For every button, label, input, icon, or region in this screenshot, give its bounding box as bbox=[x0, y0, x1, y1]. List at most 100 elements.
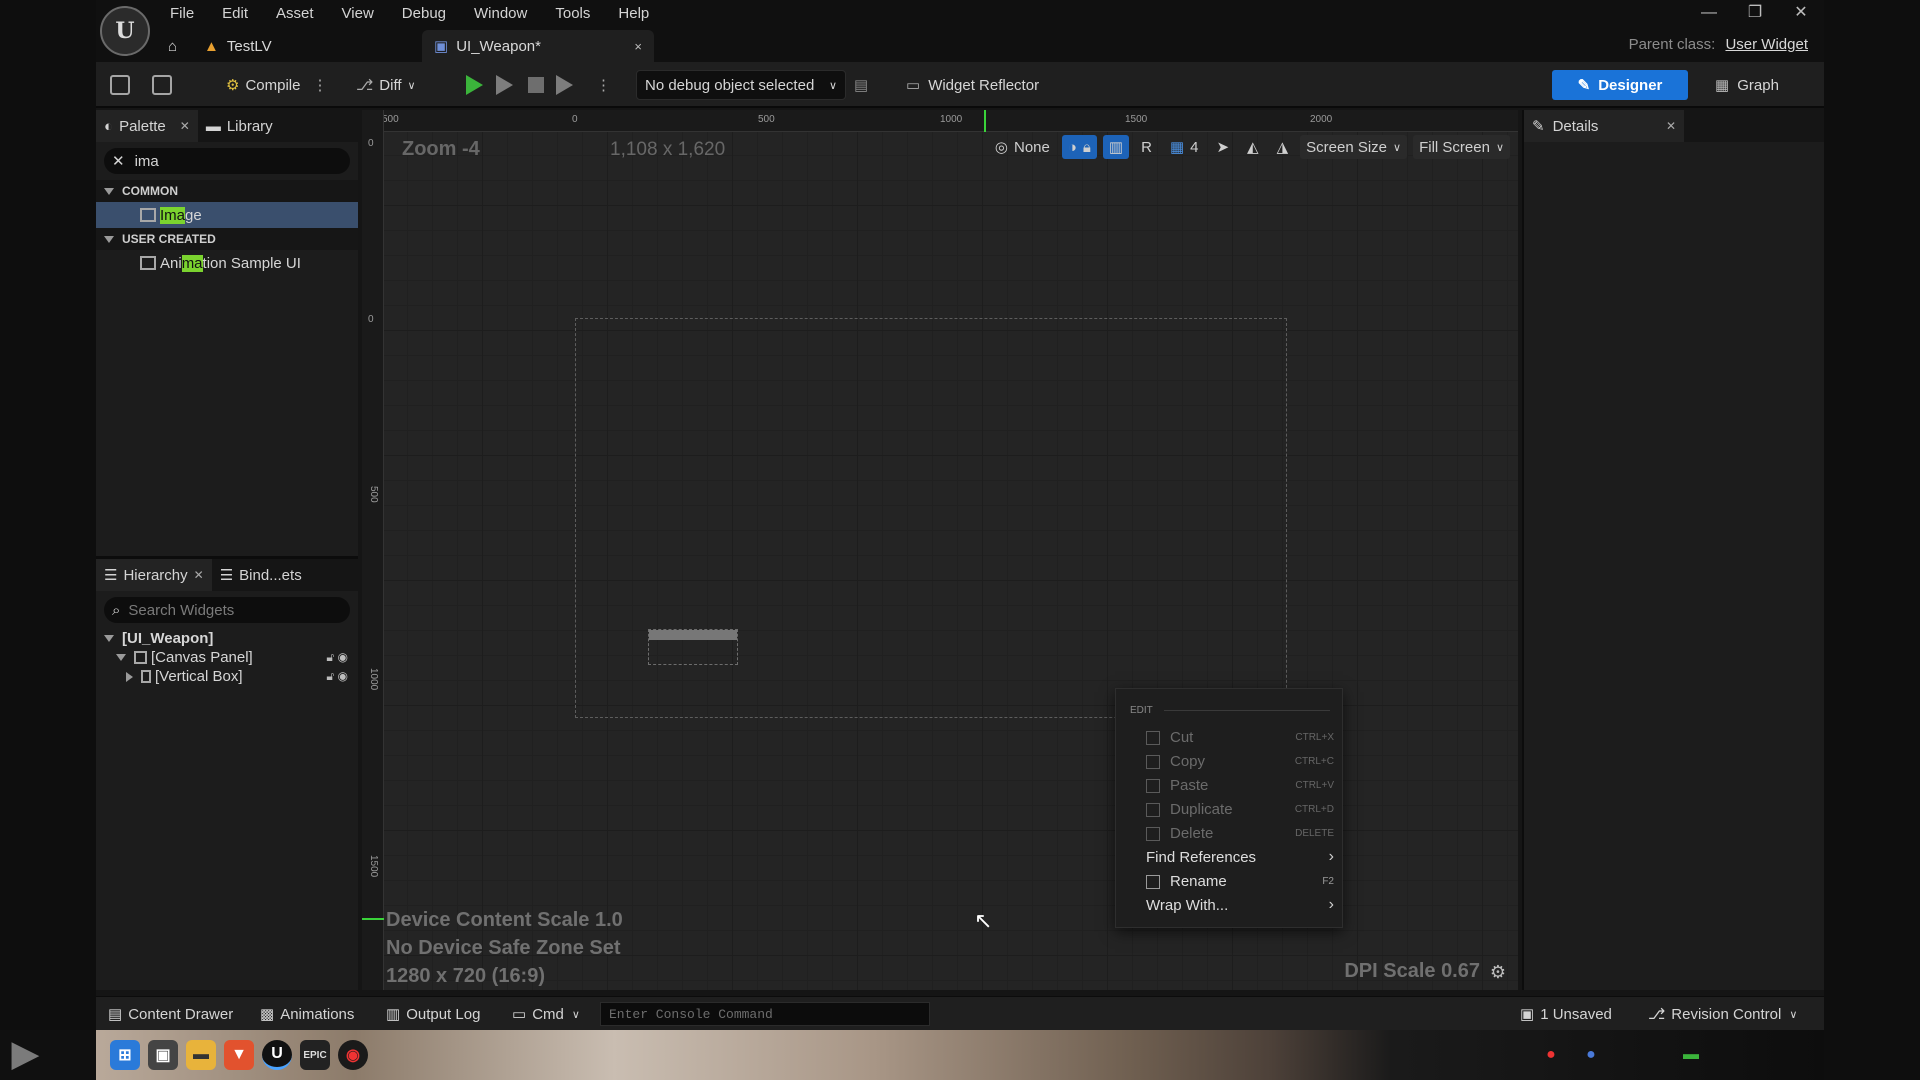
parent-class-link[interactable]: User Widget bbox=[1725, 36, 1808, 53]
tray-icon[interactable]: ▬ bbox=[1676, 1040, 1706, 1070]
menu-file[interactable]: File bbox=[156, 2, 208, 26]
taskbar-app-icon[interactable]: ▶ bbox=[12, 1034, 38, 1074]
category-user-created[interactable]: USER CREATED bbox=[96, 228, 358, 250]
chevron-down-icon: ∨ bbox=[1495, 141, 1504, 154]
debug-object-select[interactable]: No debug object selected ∨ bbox=[636, 70, 846, 100]
menu-view[interactable]: View bbox=[328, 2, 388, 26]
tab-palette-label: Palette bbox=[119, 117, 166, 135]
tray-icon[interactable]: ● bbox=[1576, 1040, 1606, 1070]
brave-browser-icon[interactable]: ▼ bbox=[224, 1040, 254, 1070]
designer-button[interactable]: ✎ Designer bbox=[1552, 70, 1688, 100]
lock-visibility-icon[interactable]: 🔓︎ ◉ bbox=[326, 650, 348, 665]
diff-icon: ⎇ bbox=[356, 77, 374, 94]
tray-icon[interactable]: ● bbox=[1536, 1040, 1566, 1070]
menu-item-label: Rename bbox=[1170, 872, 1227, 890]
save-icon[interactable] bbox=[110, 70, 136, 100]
kebab-icon[interactable]: ⋮ bbox=[312, 76, 327, 94]
cmd-select[interactable]: ▭ Cmd ∨ bbox=[512, 1003, 580, 1025]
menu-debug[interactable]: Debug bbox=[388, 2, 460, 26]
menu-asset[interactable]: Asset bbox=[262, 2, 328, 26]
tab-hierarchy[interactable]: ☰ Hierarchy ✕ bbox=[96, 559, 212, 591]
menu-item-paste[interactable]: Paste CTRL+V bbox=[1116, 773, 1344, 797]
tab-library[interactable]: ▬ Library bbox=[198, 110, 281, 142]
lock-toggle[interactable]: ◑ 🔒︎ bbox=[1061, 135, 1097, 159]
hierarchy-row-root[interactable]: [UI_Weapon] bbox=[96, 629, 358, 648]
eject-icon[interactable] bbox=[556, 70, 573, 100]
category-common[interactable]: COMMON bbox=[96, 180, 358, 202]
tab-bind-widgets[interactable]: ☰ Bind...ets bbox=[212, 559, 310, 591]
obs-icon[interactable]: ◉ bbox=[338, 1040, 368, 1070]
close-icon[interactable]: ✕ bbox=[194, 568, 204, 582]
hierarchy-row-canvas-panel[interactable]: [Canvas Panel] 🔓︎ ◉ bbox=[96, 648, 358, 667]
menu-window[interactable]: Window bbox=[460, 2, 541, 26]
palette-search-input[interactable]: ✕ ima bbox=[104, 148, 350, 174]
close-icon[interactable]: ✕ bbox=[1666, 119, 1676, 133]
stop-icon[interactable] bbox=[528, 70, 544, 100]
task-view-icon[interactable]: ▣ bbox=[148, 1040, 178, 1070]
grid-snap[interactable]: ▦ 4 bbox=[1164, 135, 1205, 159]
unreal-engine-icon[interactable]: U bbox=[262, 1040, 292, 1070]
step-icon[interactable] bbox=[496, 70, 513, 100]
home-tab-icon[interactable]: ⌂ bbox=[156, 30, 192, 62]
diff-button[interactable]: ⎇ Diff ∨ bbox=[356, 70, 416, 100]
console-placeholder: Enter Console Command bbox=[609, 1006, 773, 1022]
tab-details[interactable]: ✎ Details ✕ bbox=[1524, 110, 1684, 142]
window-controls: — ❐ ✕ bbox=[1686, 0, 1824, 26]
menu-item-cut[interactable]: Cut CTRL+X bbox=[1116, 725, 1344, 749]
item-text-post: ge bbox=[185, 206, 202, 224]
tab-palette[interactable]: ◐ Palette ✕ bbox=[96, 110, 198, 142]
menu-item-duplicate[interactable]: Duplicate CTRL+D bbox=[1116, 797, 1344, 821]
screen-size-select[interactable]: Screen Size ∨ bbox=[1300, 135, 1408, 159]
revision-control-button[interactable]: ⎇ Revision Control ∨ bbox=[1648, 1003, 1797, 1025]
designer-viewport[interactable]: 500 0 500 1000 1500 2000 0 0 500 1000 15… bbox=[362, 110, 1518, 990]
flip-icon[interactable]: ◮ bbox=[1271, 135, 1295, 159]
menu-edit[interactable]: Edit bbox=[208, 2, 262, 26]
menu-item-find-references[interactable]: Find References › bbox=[1116, 845, 1344, 869]
close-tab-icon[interactable]: × bbox=[634, 39, 642, 54]
start-icon[interactable]: ⊞ bbox=[110, 1040, 140, 1070]
animations-button[interactable]: ▩ Animations bbox=[260, 1003, 354, 1025]
image-preview-icon[interactable]: ◭ bbox=[1241, 135, 1265, 159]
unsaved-button[interactable]: ▣ 1 Unsaved bbox=[1520, 1003, 1612, 1025]
widget-search-input[interactable]: ⌕ Search Widgets bbox=[104, 597, 350, 623]
menu-item-rename[interactable]: Rename F2 bbox=[1116, 869, 1344, 893]
unreal-logo-icon[interactable]: U bbox=[100, 6, 150, 56]
close-window-icon[interactable]: ✕ bbox=[1778, 1, 1824, 25]
epic-games-icon[interactable]: EPIC bbox=[300, 1040, 330, 1070]
hierarchy-row-vertical-box[interactable]: [Vertical Box] 🔓︎ ◉ bbox=[96, 667, 358, 686]
clear-search-icon[interactable]: ✕ bbox=[112, 152, 125, 170]
pointer-icon[interactable]: ➤ bbox=[1210, 135, 1235, 159]
vertical-box-widget[interactable] bbox=[648, 629, 738, 665]
palette-item-image[interactable]: Ima ge bbox=[96, 202, 358, 228]
close-icon[interactable]: ✕ bbox=[180, 119, 190, 133]
gear-icon[interactable]: ⚙ bbox=[1490, 962, 1506, 983]
output-log-button[interactable]: ▥ Output Log bbox=[386, 1003, 480, 1025]
lock-visibility-icon[interactable]: 🔓︎ ◉ bbox=[326, 669, 348, 684]
menu-item-wrap-with[interactable]: Wrap With... › bbox=[1116, 893, 1344, 917]
content-drawer-button[interactable]: ▤ Content Drawer bbox=[108, 1003, 233, 1025]
refresh-toggle[interactable]: R bbox=[1135, 135, 1158, 159]
fill-screen-select[interactable]: Fill Screen ∨ bbox=[1413, 135, 1510, 159]
widget-reflector-button[interactable]: ▭ Widget Reflector bbox=[906, 70, 1039, 100]
minimize-icon[interactable]: — bbox=[1686, 1, 1732, 25]
palette-item-animation-sample-ui[interactable]: Ani ma tion Sample UI bbox=[96, 250, 358, 276]
graph-button[interactable]: ▦ Graph bbox=[1702, 70, 1792, 100]
tab-testlv[interactable]: ▲ TestLV bbox=[192, 30, 422, 62]
details-panel: ✎ Details ✕ bbox=[1522, 110, 1824, 990]
menu-item-copy[interactable]: Copy CTRL+C bbox=[1116, 749, 1344, 773]
debug-filter-icon[interactable]: ▤ bbox=[854, 70, 868, 100]
compile-button[interactable]: ⚙ Compile ⋮ bbox=[226, 70, 327, 100]
localization-preview[interactable]: ◎ None bbox=[989, 135, 1056, 159]
menu-item-delete[interactable]: Delete DELETE bbox=[1116, 821, 1344, 845]
restore-icon[interactable]: ❐ bbox=[1732, 1, 1778, 25]
file-explorer-icon[interactable]: ▬ bbox=[186, 1040, 216, 1070]
console-command-input[interactable]: Enter Console Command bbox=[600, 1002, 930, 1026]
play-button[interactable] bbox=[466, 70, 483, 100]
menu-help[interactable]: Help bbox=[604, 2, 663, 26]
menu-tools[interactable]: Tools bbox=[541, 2, 604, 26]
play-options-icon[interactable]: ⋮ bbox=[596, 70, 611, 100]
tab-ui-weapon[interactable]: ▣ UI_Weapon* × bbox=[422, 30, 654, 62]
pencil-icon: ✎ bbox=[1532, 118, 1545, 135]
respect-locks-toggle[interactable]: ▥ bbox=[1102, 135, 1130, 159]
browse-icon[interactable] bbox=[152, 70, 178, 100]
